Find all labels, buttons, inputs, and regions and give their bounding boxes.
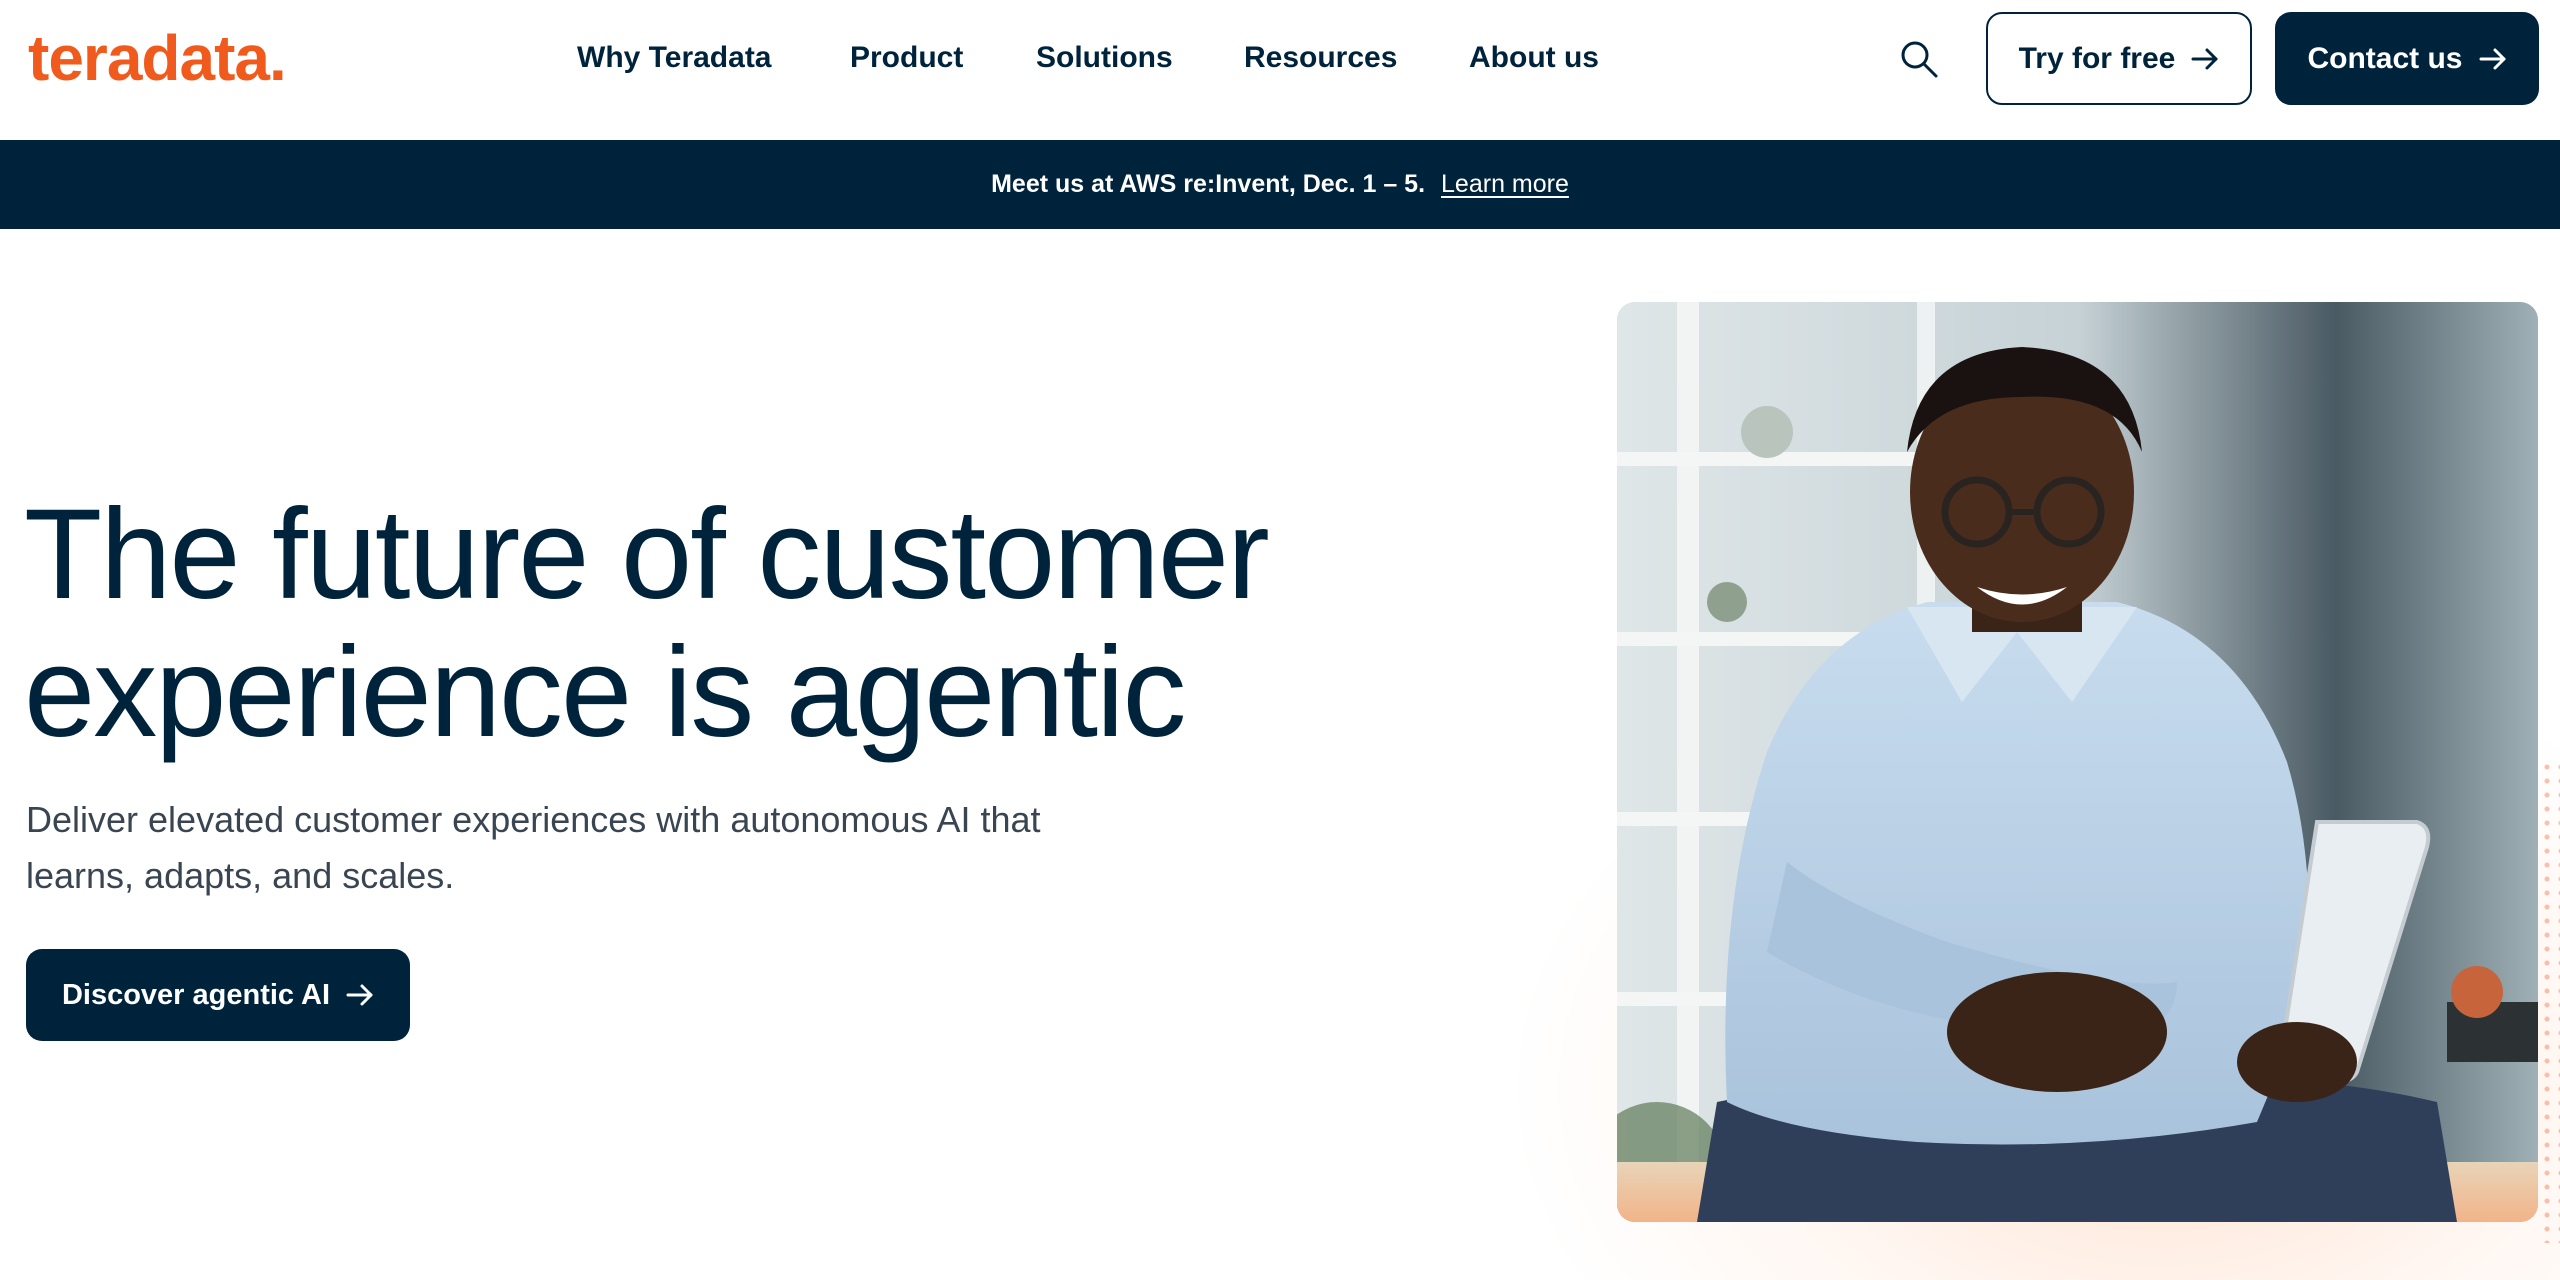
contact-us-label: Contact us: [2307, 41, 2463, 75]
hero-subtitle-line-1: Deliver elevated customer experiences wi…: [26, 799, 1041, 840]
decorative-dots: [2540, 760, 2560, 1243]
learn-more-link[interactable]: Learn more: [1441, 170, 1569, 199]
hero-image: [1617, 302, 2538, 1222]
discover-agentic-ai-button[interactable]: Discover agentic AI: [26, 949, 410, 1041]
arrow-right-icon: [2191, 48, 2218, 69]
arrow-right-icon: [2479, 48, 2505, 69]
discover-agentic-ai-label: Discover agentic AI: [61, 978, 331, 1011]
nav-solutions[interactable]: Solutions: [1036, 38, 1173, 78]
contact-us-button[interactable]: Contact us: [2275, 12, 2539, 105]
nav-resources[interactable]: Resources: [1244, 38, 1397, 78]
try-for-free-button[interactable]: Try for free: [1986, 12, 2252, 105]
arrow-right-icon: [346, 984, 373, 1006]
hero-subtitle: Deliver elevated customer experiences wi…: [26, 792, 1226, 904]
hero-title: The future of customer experience is age…: [24, 486, 1424, 762]
announcement-banner: Meet us at AWS re:Invent, Dec. 1 – 5. Le…: [0, 140, 2560, 229]
hero-title-line-1: The future of customer: [24, 483, 1270, 626]
hero-subtitle-line-2: learns, adapts, and scales.: [26, 855, 455, 896]
search-icon: [1901, 41, 1938, 78]
nav-product[interactable]: Product: [850, 38, 963, 78]
site-header: teradata. Why Teradata Product Solutions…: [0, 0, 2560, 140]
hero-title-line-2: experience is agentic: [24, 621, 1186, 764]
photo-smiling-man-with-tablet: [1617, 302, 2538, 1222]
nav-why-teradata[interactable]: Why Teradata: [577, 38, 772, 78]
nav-about-us[interactable]: About us: [1469, 38, 1599, 78]
search-button[interactable]: [1898, 38, 1940, 80]
try-for-free-label: Try for free: [2018, 41, 2176, 75]
banner-message: Meet us at AWS re:Invent, Dec. 1 – 5.: [991, 170, 1426, 198]
teradata-logo[interactable]: teradata.: [28, 22, 287, 94]
